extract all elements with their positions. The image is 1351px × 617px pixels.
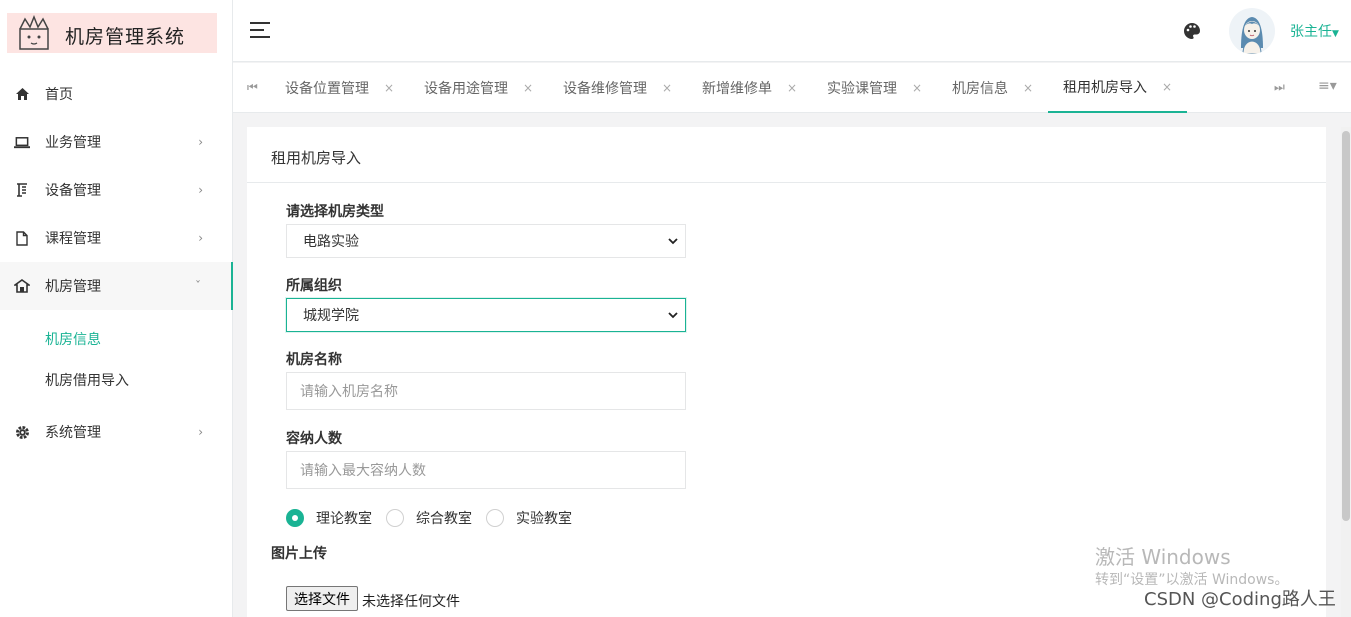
- sidebar-item-business[interactable]: 业务管理 ›: [0, 118, 233, 166]
- sidebar-item-label: 首页: [45, 87, 73, 103]
- radio-lab-classroom[interactable]: 实验教室: [486, 508, 572, 528]
- user-menu[interactable]: 张主任▼: [1290, 21, 1339, 41]
- tab-label: 机房信息: [952, 81, 1008, 97]
- file-icon: [14, 230, 30, 246]
- capacity-label: 容纳人数: [286, 431, 342, 447]
- tab-device-usage[interactable]: 设备用途管理 ×: [424, 63, 533, 113]
- file-status: 未选择任何文件: [362, 594, 460, 610]
- home-icon: [14, 86, 30, 102]
- tab-scroll-right-icon[interactable]: ⏭: [1274, 80, 1285, 95]
- sidebar-subitem-room-info[interactable]: 机房信息: [45, 329, 101, 349]
- menu-toggle-icon[interactable]: [250, 22, 270, 38]
- room-name-input[interactable]: 请输入机房名称: [286, 372, 686, 410]
- room-name-placeholder: 请输入机房名称: [300, 384, 398, 400]
- csdn-watermark: CSDN @Coding路人王: [1144, 589, 1336, 610]
- tab-label: 实验课管理: [827, 81, 897, 97]
- sidebar-item-label: 系统管理: [45, 425, 101, 441]
- avatar-girl-icon: [1241, 17, 1263, 54]
- upload-label: 图片上传: [271, 546, 327, 562]
- org-select[interactable]: 城规学院: [286, 298, 686, 332]
- chevron-down-icon: [668, 312, 678, 319]
- org-value: 城规学院: [303, 308, 359, 324]
- equipment-icon: [14, 182, 30, 198]
- gear-icon: [14, 424, 30, 440]
- chevron-right-icon: ›: [198, 425, 203, 439]
- close-icon[interactable]: ×: [912, 81, 922, 95]
- sidebar-item-home[interactable]: 首页: [0, 70, 233, 118]
- tab-label: 设备用途管理: [424, 81, 508, 97]
- tab-label: 设备维修管理: [563, 81, 647, 97]
- radio-checked-icon: [286, 509, 304, 527]
- capacity-input[interactable]: 请输入最大容纳人数: [286, 451, 686, 489]
- radio-general-classroom[interactable]: 综合教室: [386, 508, 472, 528]
- crown-cat-icon: [19, 15, 49, 50]
- room-type-select[interactable]: 电路实验: [286, 224, 686, 258]
- close-icon[interactable]: ×: [662, 81, 672, 95]
- page-scrollbar[interactable]: [1341, 127, 1351, 617]
- activation-watermark-title: 激活 Windows: [1095, 545, 1231, 569]
- choose-file-button[interactable]: 选择文件: [286, 586, 358, 611]
- tab-label: 新增维修单: [702, 81, 772, 97]
- tab-rent-room-import[interactable]: 租用机房导入 ×: [1048, 63, 1188, 113]
- radio-theory-classroom[interactable]: 理论教室: [286, 508, 372, 528]
- sidebar-item-label: 设备管理: [45, 183, 101, 199]
- laptop-icon: [14, 134, 30, 150]
- sidebar-item-course[interactable]: 课程管理 ›: [0, 214, 233, 262]
- username-label: 张主任: [1290, 24, 1332, 40]
- close-icon[interactable]: ×: [787, 81, 797, 95]
- building-icon: [14, 278, 30, 294]
- tab-bar: ⏮ 设备位置管理 × 设备用途管理 × 设备维修管理 × 新增维修单 × 实验课管理 × …: [233, 63, 1351, 113]
- room-type-label: 请选择机房类型: [286, 204, 384, 220]
- sidebar-item-system[interactable]: 系统管理 ›: [0, 408, 233, 456]
- tab-label: 设备位置管理: [285, 81, 369, 97]
- logo[interactable]: 机房管理系统: [7, 13, 217, 53]
- tab-device-location[interactable]: 设备位置管理 ×: [285, 63, 394, 113]
- close-icon[interactable]: ×: [384, 81, 394, 95]
- radio-unchecked-icon: [486, 509, 504, 527]
- close-icon[interactable]: ×: [523, 81, 533, 95]
- room-type-value: 电路实验: [303, 234, 359, 250]
- radio-label: 理论教室: [316, 511, 372, 527]
- chevron-down-icon: ˇ: [195, 279, 201, 293]
- chevron-right-icon: ›: [198, 135, 203, 149]
- radio-label: 综合教室: [416, 511, 472, 527]
- sidebar-item-label: 业务管理: [45, 135, 101, 151]
- chevron-right-icon: ›: [198, 183, 203, 197]
- panel-title: 租用机房导入: [247, 127, 1326, 183]
- tab-room-info[interactable]: 机房信息 ×: [952, 63, 1033, 113]
- avatar[interactable]: [1229, 8, 1275, 54]
- sidebar-item-room[interactable]: 机房管理 ˇ: [0, 262, 233, 310]
- sidebar-item-equipment[interactable]: 设备管理 ›: [0, 166, 233, 214]
- caret-down-icon: ▼: [1332, 29, 1339, 39]
- tab-lab-course[interactable]: 实验课管理 ×: [827, 63, 922, 113]
- sidebar-subitem-room-borrow-import[interactable]: 机房借用导入: [45, 370, 129, 390]
- sidebar: 机房管理系统 首页 业务管理 › 设备管理 › 课程管理 › 机房管理 ˇ 机房…: [0, 0, 233, 617]
- top-header: 张主任▼: [233, 0, 1351, 62]
- chevron-down-icon: [668, 238, 678, 245]
- sidebar-item-label: 机房管理: [45, 279, 101, 295]
- capacity-placeholder: 请输入最大容纳人数: [300, 463, 426, 479]
- tab-label: 租用机房导入: [1063, 80, 1147, 96]
- chevron-right-icon: ›: [198, 231, 203, 245]
- tab-device-repair[interactable]: 设备维修管理 ×: [563, 63, 672, 113]
- room-name-label: 机房名称: [286, 352, 342, 368]
- radio-label: 实验教室: [516, 511, 572, 527]
- sidebar-item-label: 课程管理: [45, 231, 101, 247]
- tab-options-menu-icon[interactable]: ≡▾: [1318, 78, 1337, 94]
- palette-icon[interactable]: [1183, 22, 1201, 40]
- tab-scroll-left-icon[interactable]: ⏮: [247, 80, 258, 95]
- close-icon[interactable]: ×: [1023, 81, 1033, 95]
- org-label: 所属组织: [286, 278, 342, 294]
- close-icon[interactable]: ×: [1162, 80, 1172, 94]
- tab-new-repair-order[interactable]: 新增维修单 ×: [702, 63, 797, 113]
- scrollbar-thumb[interactable]: [1342, 131, 1350, 521]
- radio-unchecked-icon: [386, 509, 404, 527]
- app-title: 机房管理系统: [65, 26, 186, 48]
